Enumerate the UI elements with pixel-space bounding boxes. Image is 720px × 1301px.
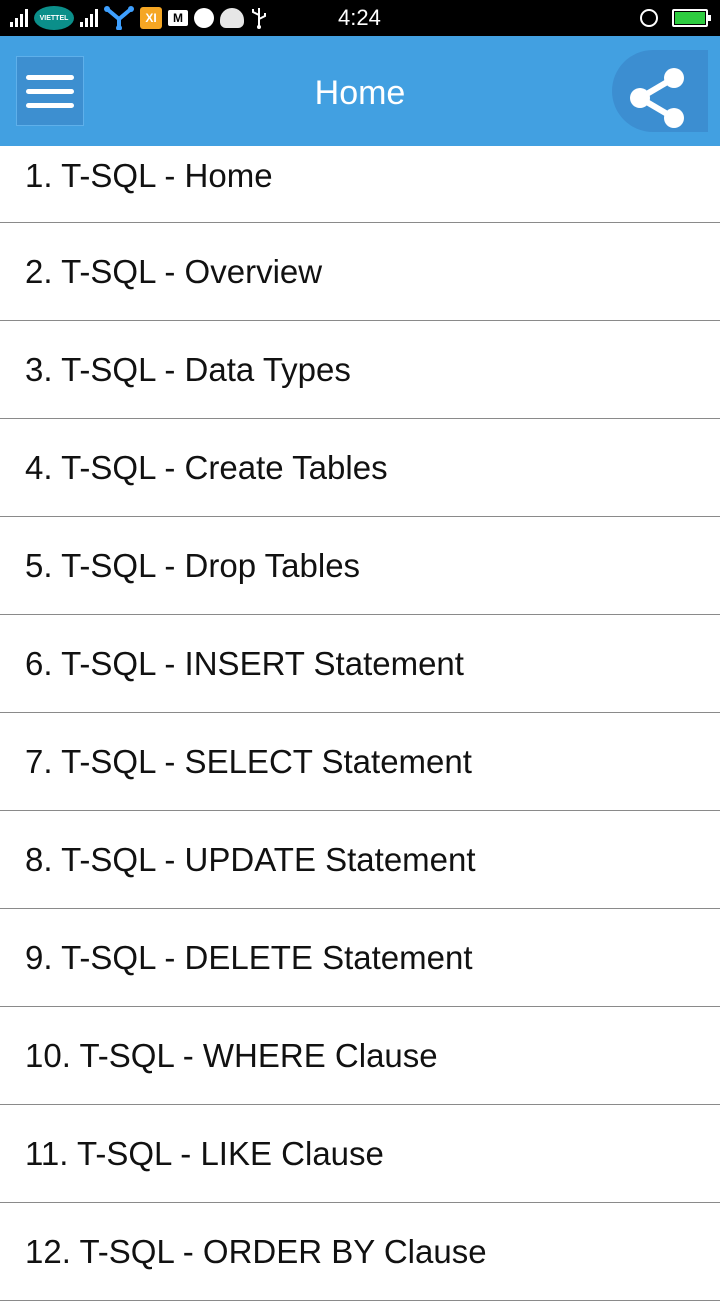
app-bar: Home (0, 36, 720, 146)
android-debug-icon (220, 8, 244, 28)
list-item[interactable]: 8. T-SQL - UPDATE Statement (0, 811, 720, 909)
battery-icon (672, 9, 711, 27)
alarm-icon (640, 9, 658, 27)
list-item-label: 2. T-SQL - Overview (25, 252, 323, 290)
list-item-label: 5. T-SQL - Drop Tables (25, 546, 361, 584)
list-item[interactable]: 6. T-SQL - INSERT Statement (0, 615, 720, 713)
carrier-logo-icon: VIETTEL (34, 6, 74, 30)
status-bar: VIETTEL XI M 4:24 (0, 0, 720, 36)
share-button[interactable] (612, 50, 708, 132)
list-item-label: 12. T-SQL - ORDER BY Clause (25, 1232, 487, 1270)
list-item-label: 4. T-SQL - Create Tables (25, 448, 388, 486)
list-item-label: 1. T-SQL - Home (25, 157, 273, 194)
list-item[interactable]: 10. T-SQL - WHERE Clause (0, 1007, 720, 1105)
list-item-label: 7. T-SQL - SELECT Statement (25, 742, 472, 780)
list-item-label: 9. T-SQL - DELETE Statement (25, 938, 473, 976)
hamburger-menu-icon-line (26, 88, 74, 94)
status-right-icons (640, 0, 711, 36)
list-item-label: 3. T-SQL - Data Types (25, 350, 351, 388)
list-item[interactable]: 9. T-SQL - DELETE Statement (0, 909, 720, 1007)
list-item[interactable]: 11. T-SQL - LIKE Clause (0, 1105, 720, 1203)
topic-list: 1. T-SQL - Home 2. T-SQL - Overview 3. T… (0, 146, 720, 1301)
list-item[interactable]: 3. T-SQL - Data Types (0, 321, 720, 419)
status-left-icons: VIETTEL XI M (10, 0, 268, 36)
list-item[interactable]: 2. T-SQL - Overview (0, 223, 720, 321)
hamburger-menu-icon (26, 74, 74, 80)
battery-level (675, 12, 705, 24)
network-share-icon (104, 6, 134, 30)
list-item-label: 8. T-SQL - UPDATE Statement (25, 840, 476, 878)
signal-strength-icon (10, 9, 28, 27)
gmail-icon: M (168, 10, 188, 26)
list-item-label: 10. T-SQL - WHERE Clause (25, 1036, 438, 1074)
list-item[interactable]: 7. T-SQL - SELECT Statement (0, 713, 720, 811)
list-item[interactable]: 4. T-SQL - Create Tables (0, 419, 720, 517)
status-time: 4:24 (338, 5, 381, 30)
list-item[interactable]: 5. T-SQL - Drop Tables (0, 517, 720, 615)
usb-icon (252, 8, 266, 29)
hamburger-menu-icon-line (26, 102, 74, 108)
app-notification-icon: XI (140, 7, 162, 29)
signal-strength-2-icon (80, 9, 98, 27)
messenger-icon (194, 8, 214, 28)
list-item-label: 11. T-SQL - LIKE Clause (25, 1134, 384, 1172)
share-icon (630, 68, 684, 128)
list-item[interactable]: 12. T-SQL - ORDER BY Clause (0, 1203, 720, 1301)
menu-button[interactable] (16, 56, 84, 126)
list-item-label: 6. T-SQL - INSERT Statement (25, 644, 464, 682)
list-item[interactable]: 1. T-SQL - Home (0, 146, 720, 223)
